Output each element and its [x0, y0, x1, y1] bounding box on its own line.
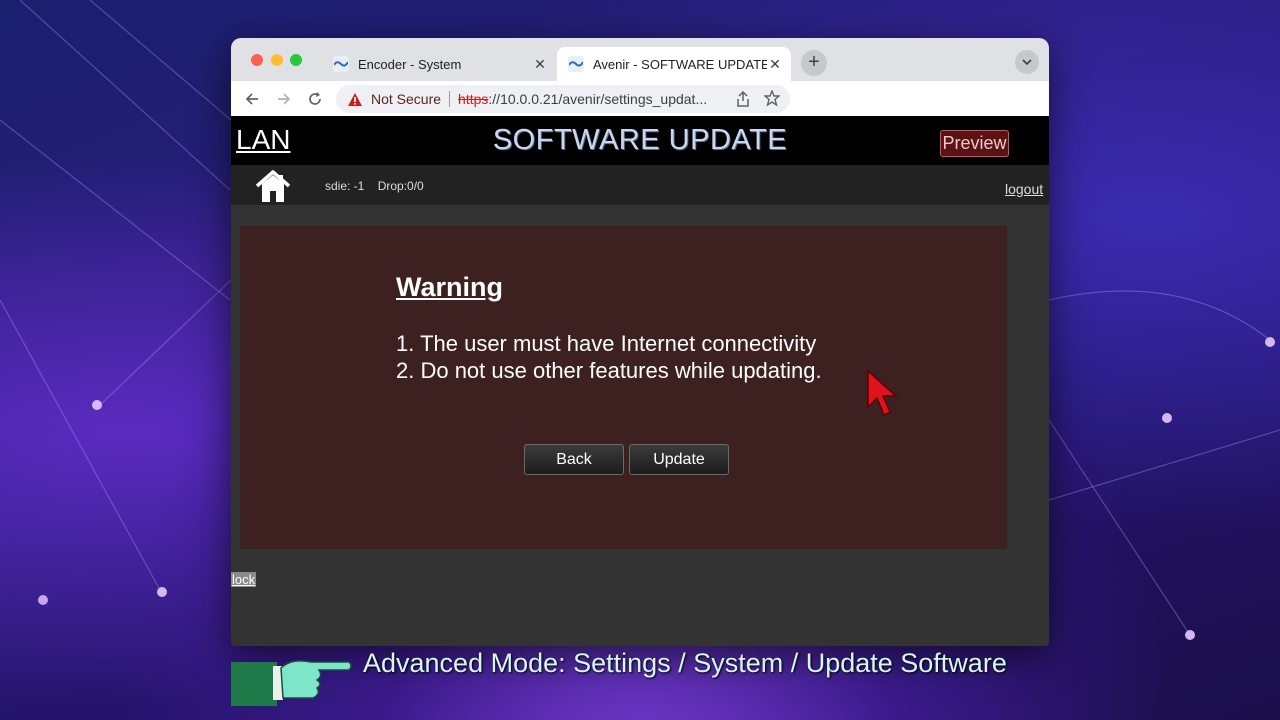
window-zoom-button[interactable]: [290, 54, 302, 66]
browser-toolbar: Not Secure https ://10.0.0.21/avenir/set…: [231, 81, 1049, 116]
tab-favicon-icon: [333, 56, 349, 72]
pointing-hand-icon: [231, 660, 352, 706]
address-bar[interactable]: Not Secure https ://10.0.0.21/avenir/set…: [336, 85, 790, 113]
warning-panel: Warning 1. The user must have Internet c…: [240, 226, 1007, 549]
window-close-button[interactable]: [251, 54, 263, 66]
tab-menu-icon[interactable]: [1015, 50, 1039, 74]
logout-link[interactable]: logout: [1005, 181, 1043, 197]
url-scheme: https: [458, 91, 489, 107]
tab-title: Encoder - System: [358, 56, 462, 72]
address-separator: [449, 91, 451, 107]
warning-item: 2. Do not use other features while updat…: [396, 358, 822, 383]
reload-icon[interactable]: [304, 88, 326, 110]
drop-value: Drop:0/0: [377, 179, 424, 193]
warning-heading: Warning: [396, 272, 503, 302]
lock-link[interactable]: lock: [231, 572, 257, 587]
new-tab-icon[interactable]: +: [801, 50, 827, 76]
forward-arrow-icon[interactable]: [273, 88, 295, 110]
back-button[interactable]: Back: [524, 444, 624, 475]
page-content: LAN SOFTWARE UPDATE Preview sdie: -1 Dro…: [231, 116, 1049, 646]
stream-stats: sdie: -1 Drop:0/0: [325, 179, 434, 193]
preview-button[interactable]: Preview: [940, 130, 1009, 157]
back-arrow-icon[interactable]: [241, 88, 263, 110]
page-header: LAN SOFTWARE UPDATE Preview: [231, 116, 1049, 165]
tab-strip: Encoder - System ✕ Avenir - SOFTWARE UPD…: [231, 38, 1049, 81]
mouse-cursor-icon: [867, 370, 897, 416]
warning-item: 1. The user must have Internet connectiv…: [396, 331, 817, 356]
tab-avenir-software-update[interactable]: Avenir - SOFTWARE UPDATE ✕: [557, 47, 791, 81]
close-icon[interactable]: ✕: [767, 56, 783, 73]
status-bar: sdie: -1 Drop:0/0 logout: [231, 165, 1049, 205]
browser-window: Encoder - System ✕ Avenir - SOFTWARE UPD…: [231, 38, 1049, 646]
tab-favicon-icon: [568, 56, 584, 72]
update-button[interactable]: Update: [629, 444, 729, 475]
warning-list: 1. The user must have Internet connectiv…: [396, 330, 822, 384]
tab-encoder-system[interactable]: Encoder - System ✕: [322, 47, 556, 81]
close-icon[interactable]: ✕: [532, 56, 548, 73]
sdie-value: sdie: -1: [325, 179, 365, 193]
share-icon[interactable]: [736, 90, 750, 110]
window-minimize-button[interactable]: [271, 54, 283, 66]
page-title: SOFTWARE UPDATE: [492, 124, 788, 156]
tab-title: Avenir - SOFTWARE UPDATE: [593, 56, 767, 72]
star-icon[interactable]: [763, 89, 781, 109]
url-text: ://10.0.0.21/avenir/settings_updat...: [488, 91, 708, 107]
warning-icon: [348, 92, 362, 106]
home-icon[interactable]: [255, 169, 291, 203]
security-label[interactable]: Not Secure: [371, 91, 441, 107]
tutorial-caption: Advanced Mode: Settings / System / Updat…: [363, 648, 1007, 678]
